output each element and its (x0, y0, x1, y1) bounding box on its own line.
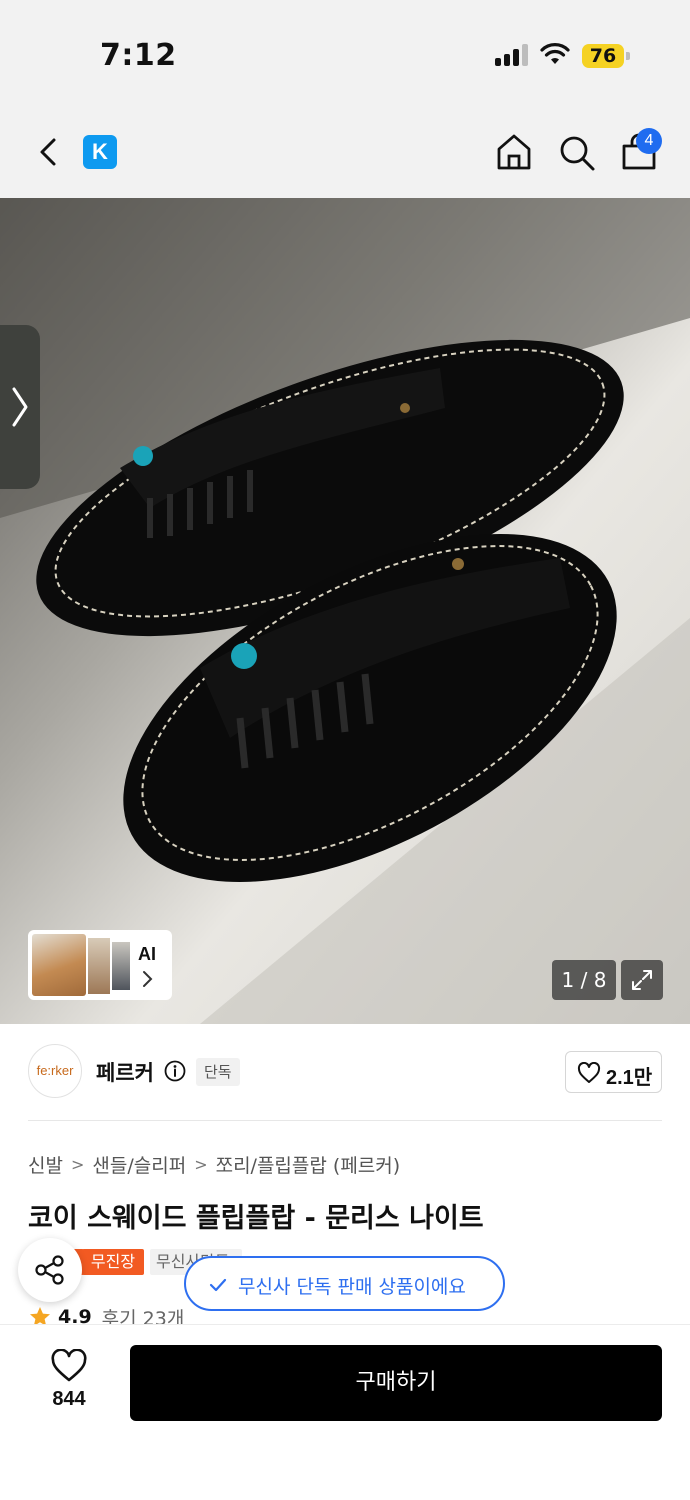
breadcrumb-item[interactable]: 샌들/슬리퍼 (92, 1151, 186, 1178)
cart-count-badge: 4 (636, 128, 662, 154)
signal-icon (495, 44, 529, 66)
product-image[interactable] (0, 198, 690, 1024)
expand-icon (632, 970, 652, 990)
toast-text: 무신사 단독 판매 상품이에요 (238, 1276, 466, 1298)
check-icon (209, 1278, 227, 1292)
brand-like-count: 2.1만 (606, 1067, 653, 1089)
chevron-right-icon (143, 971, 153, 987)
share-button[interactable] (18, 1238, 82, 1302)
similar-item-thumbnail (32, 934, 86, 996)
home-icon[interactable] (495, 132, 533, 172)
ai-label: AI (138, 944, 156, 964)
sandals-photo (0, 198, 690, 1024)
ai-similar-button[interactable]: AI (28, 930, 172, 1000)
heart-icon[interactable] (50, 1349, 88, 1383)
info-icon[interactable] (164, 1060, 186, 1082)
product-title: 코이 스웨이드 플립플랍 - 문리스 나이트 (28, 1203, 484, 1234)
battery-level: 76 (589, 45, 617, 67)
status-time: 7:12 (100, 38, 177, 73)
breadcrumb: 신발 > 샌들/슬리퍼 > 쪼리/플립플랍 (페르커) (28, 1151, 400, 1177)
side-drawer-tab[interactable] (0, 325, 40, 489)
share-icon (35, 1255, 64, 1285)
exclusive-toast: 무신사 단독 판매 상품이에요 (184, 1256, 505, 1311)
similar-item-thumbnail (112, 942, 130, 990)
wifi-icon (540, 43, 570, 64)
top-nav: K (0, 110, 690, 198)
chevron-right-icon: > (194, 1154, 208, 1174)
brand-like-button[interactable]: 2.1만 (565, 1051, 662, 1093)
exclusive-tag: 단독 (196, 1058, 240, 1086)
battery-icon: 76 (582, 44, 630, 68)
buy-button[interactable]: 구매하기 (130, 1345, 662, 1421)
heart-icon (577, 1062, 601, 1083)
search-icon[interactable] (558, 132, 596, 172)
image-page-indicator: 1 / 8 (552, 960, 616, 1000)
similar-item-thumbnail (88, 938, 110, 994)
back-icon[interactable] (34, 132, 64, 172)
wish-count: 844 (52, 1388, 86, 1410)
chevron-right-icon: > (70, 1154, 85, 1174)
brand-name[interactable]: 페르커 (96, 1057, 154, 1087)
status-bar: 7:12 76 (0, 0, 690, 110)
chevron-right-icon (12, 387, 28, 427)
breadcrumb-item[interactable]: 쪼리/플립플랍 (페르커) (216, 1151, 401, 1178)
store-logo[interactable]: K (83, 135, 117, 169)
brand-logo[interactable]: fe:rker (28, 1044, 82, 1098)
expand-button[interactable] (621, 960, 663, 1000)
breadcrumb-item[interactable]: 신발 (28, 1151, 63, 1178)
promo-badge: 무진장 (82, 1249, 144, 1275)
divider (28, 1120, 662, 1121)
